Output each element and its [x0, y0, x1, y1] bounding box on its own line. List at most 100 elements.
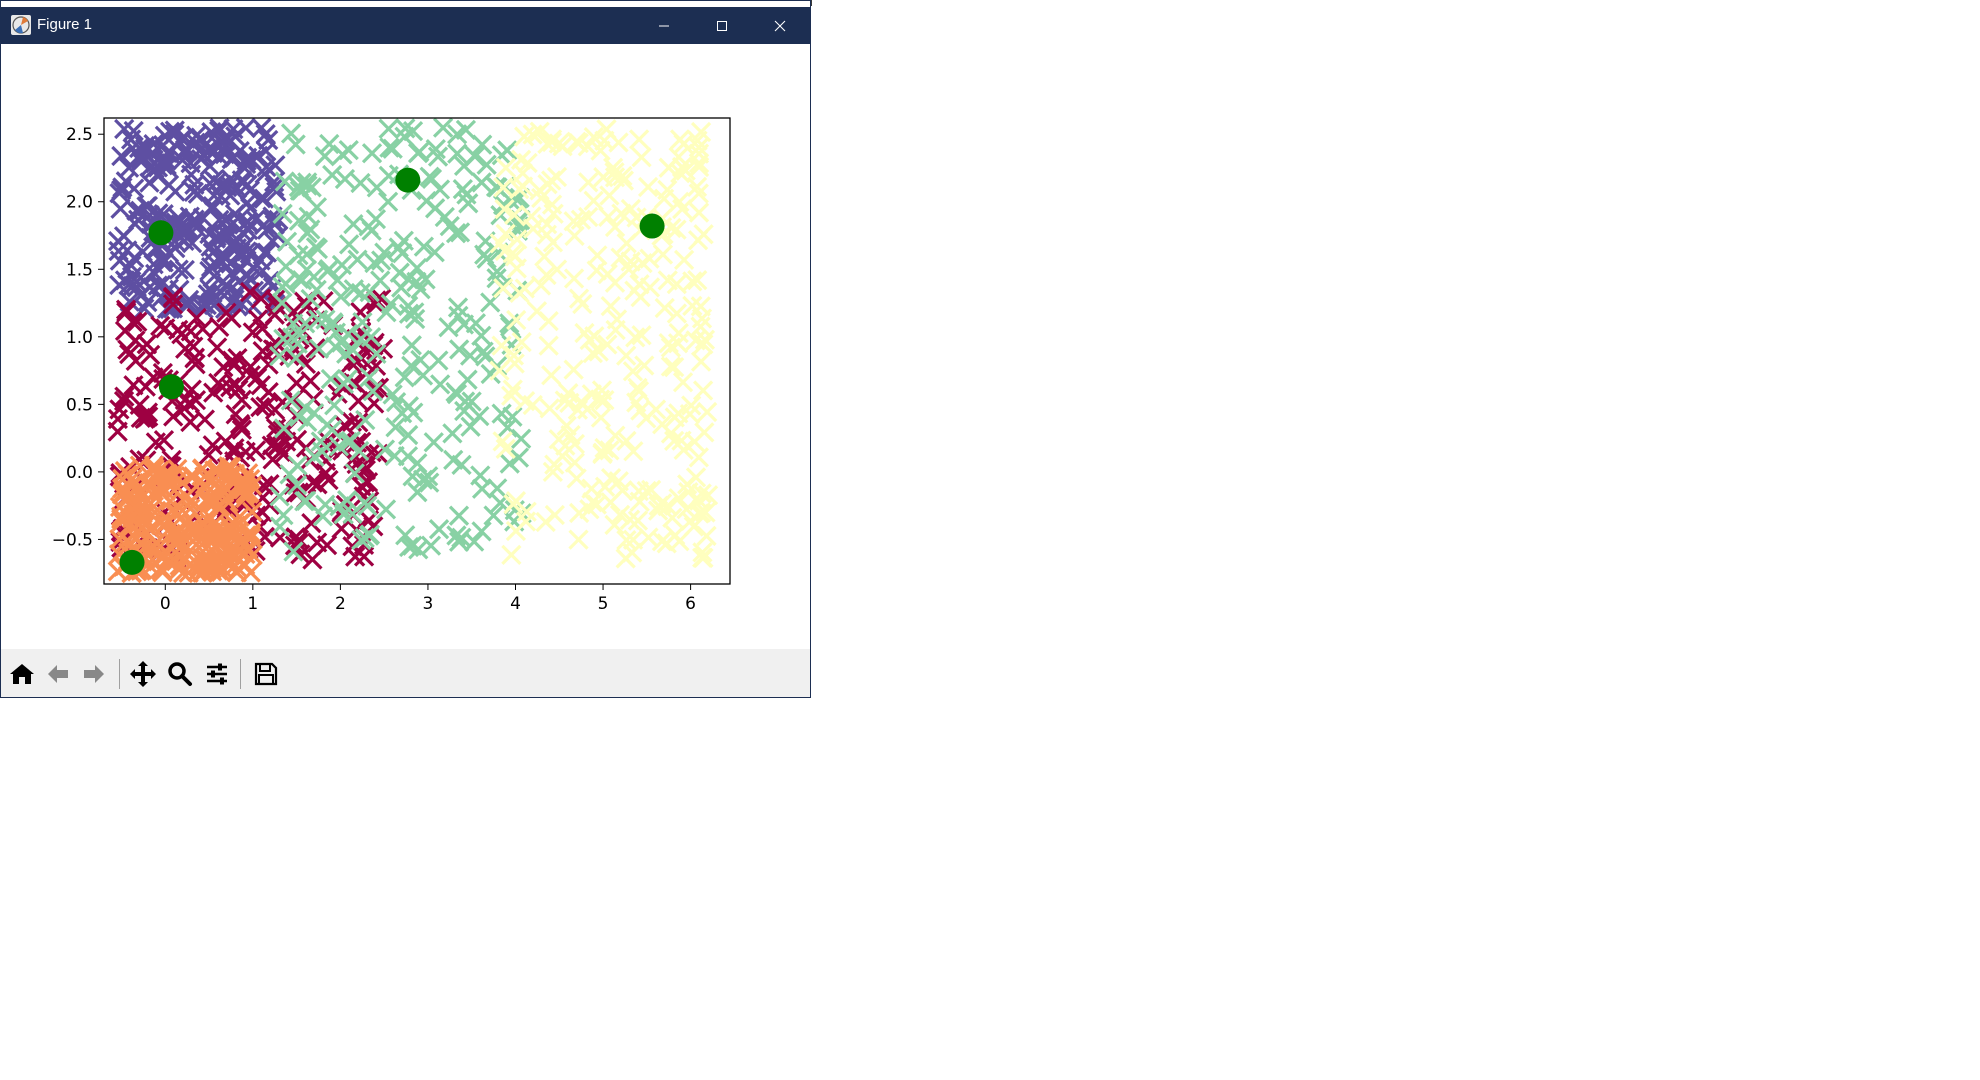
- data-point: [526, 301, 548, 322]
- home-icon: [10, 664, 34, 684]
- data-point: [322, 164, 343, 186]
- data-point: [487, 478, 508, 499]
- data-point: [370, 270, 391, 291]
- figure-canvas[interactable]: 0 1 2 3 4 5 6 −0.5 0.0 0.5 1.0 1.5 2.0 2.5: [1, 44, 810, 649]
- data-point: [693, 224, 714, 245]
- x-tick-label: 4: [510, 594, 521, 614]
- data-point: [598, 206, 619, 228]
- zoom-icon: [168, 662, 192, 686]
- home-button[interactable]: [5, 658, 39, 690]
- data-point: [511, 428, 532, 449]
- centroid-point: [639, 213, 665, 239]
- scatter-plot[interactable]: 0 1 2 3 4 5 6 −0.5 0.0 0.5 1.0 1.5 2.0 2.5: [1, 44, 810, 649]
- zoom-button[interactable]: [163, 658, 197, 690]
- data-point: [215, 431, 236, 452]
- minimize-button[interactable]: [635, 7, 693, 44]
- data-point: [624, 280, 645, 301]
- data-point: [377, 191, 399, 212]
- data-point: [207, 337, 228, 358]
- forward-button[interactable]: [77, 658, 111, 690]
- y-tick-label: 2.5: [66, 125, 93, 145]
- back-button[interactable]: [41, 658, 75, 690]
- configure-subplots-icon: [207, 663, 227, 685]
- data-point: [457, 369, 478, 390]
- data-point: [697, 401, 718, 423]
- data-point: [250, 188, 272, 209]
- data-point: [623, 441, 644, 462]
- data-point: [501, 544, 522, 565]
- centroid-point: [395, 167, 421, 193]
- y-tick-label: 1.0: [66, 328, 93, 348]
- data-point: [428, 519, 450, 540]
- data-point: [541, 365, 562, 386]
- data-point: [393, 230, 414, 251]
- data-point: [692, 380, 714, 401]
- data-point: [616, 345, 637, 366]
- data-point: [673, 249, 695, 270]
- back-arrow-icon: [48, 665, 68, 683]
- data-point: [296, 490, 317, 511]
- cluster-1: [107, 118, 289, 320]
- data-point: [269, 486, 290, 507]
- data-point: [124, 178, 145, 199]
- data-point: [366, 177, 387, 198]
- data-point: [563, 359, 584, 380]
- x-tick-label: 5: [598, 594, 609, 614]
- data-point: [420, 535, 442, 556]
- data-point: [123, 375, 144, 396]
- data-point: [572, 293, 593, 315]
- data-point: [578, 172, 599, 193]
- y-tick-label: 0.0: [66, 463, 93, 483]
- navigation-toolbar: [1, 649, 810, 697]
- data-point: [506, 309, 527, 331]
- maximize-icon: [717, 20, 727, 31]
- data-point: [442, 423, 463, 444]
- data-point: [696, 525, 717, 547]
- data-point: [544, 504, 565, 526]
- close-button[interactable]: [751, 7, 809, 44]
- data-point: [374, 439, 396, 460]
- data-point: [403, 402, 424, 423]
- data-point: [471, 172, 492, 193]
- save-button[interactable]: [249, 658, 283, 690]
- data-point: [546, 166, 568, 188]
- data-point: [107, 230, 129, 252]
- y-tick-label: 1.5: [66, 260, 93, 280]
- pan-button[interactable]: [126, 658, 160, 690]
- y-tick-label: 2.0: [66, 193, 93, 213]
- data-point: [563, 268, 585, 289]
- x-tick-label: 0: [160, 594, 171, 614]
- data-point: [443, 449, 464, 471]
- data-point: [460, 416, 481, 437]
- title-bar[interactable]: Figure 1: [1, 7, 810, 44]
- x-tick-label: 2: [335, 594, 346, 614]
- configure-subplots-button[interactable]: [200, 658, 234, 690]
- data-point: [416, 190, 437, 212]
- data-point: [254, 242, 275, 263]
- data-point: [566, 468, 587, 489]
- centroid-point: [119, 549, 145, 575]
- data-point: [327, 270, 348, 291]
- data-point: [583, 190, 604, 211]
- save-icon: [254, 662, 278, 686]
- toolbar-separator: [119, 659, 120, 689]
- data-point: [471, 521, 492, 542]
- data-point: [334, 168, 356, 190]
- matplotlib-app-icon: [11, 15, 31, 35]
- window-title: Figure 1: [37, 16, 93, 33]
- data-point: [452, 179, 473, 200]
- data-point: [464, 531, 485, 552]
- data-point: [114, 320, 136, 341]
- data-point: [476, 154, 497, 175]
- data-point: [637, 176, 659, 198]
- close-icon: [774, 20, 786, 31]
- y-tick-label: 0.5: [66, 395, 93, 415]
- data-point: [453, 314, 475, 335]
- data-point: [499, 453, 520, 474]
- data-point: [428, 350, 449, 371]
- data-point: [276, 231, 298, 252]
- data-point: [568, 529, 589, 550]
- maximize-button[interactable]: [693, 7, 751, 44]
- data-point: [564, 225, 585, 247]
- data-point: [538, 335, 559, 356]
